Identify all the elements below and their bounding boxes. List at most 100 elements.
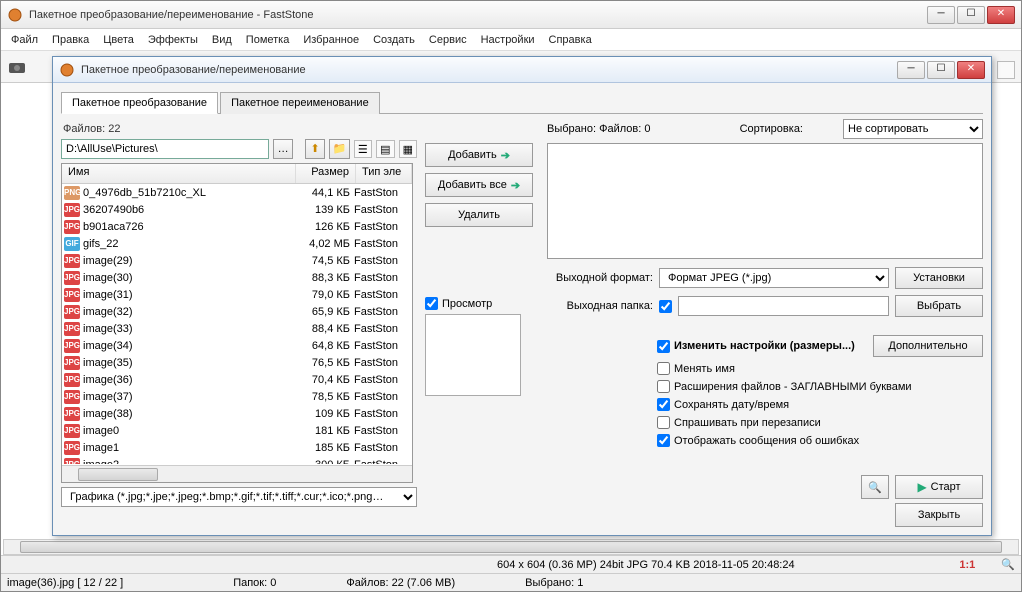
file-row[interactable]: JPGimage(29)74,5 КБFastSton <box>62 252 412 269</box>
view-details-icon[interactable]: ▤ <box>376 140 394 158</box>
file-row[interactable]: JPGimage(34)64,8 КБFastSton <box>62 337 412 354</box>
file-type: FastSton <box>354 459 410 465</box>
jpg-icon: JPG <box>64 271 80 285</box>
outformat-select[interactable]: Формат JPEG (*.jpg) <box>659 268 889 288</box>
file-row[interactable]: JPG36207490b6139 КБFastSton <box>62 201 412 218</box>
status-folders: Папок: 0 <box>233 577 276 589</box>
add-all-button[interactable]: Добавить все➔ <box>425 173 533 197</box>
file-row[interactable]: JPGimage(33)88,4 КБFastSton <box>62 320 412 337</box>
file-row[interactable]: JPGimage(36)70,4 КБFastSton <box>62 371 412 388</box>
minimize-button[interactable]: ─ <box>927 6 955 24</box>
file-size: 88,3 КБ <box>294 272 354 284</box>
menu-service[interactable]: Сервис <box>423 32 473 48</box>
menu-create[interactable]: Создать <box>367 32 421 48</box>
upperext-checkbox[interactable] <box>657 380 670 393</box>
file-row[interactable]: JPGimage2300 КБFastSton <box>62 456 412 464</box>
file-row[interactable]: JPGb901aca726126 КБFastSton <box>62 218 412 235</box>
file-size: 79,0 КБ <box>294 289 354 301</box>
view-list-icon[interactable]: ☰ <box>354 140 372 158</box>
dialog-minimize[interactable]: ─ <box>897 61 925 79</box>
col-name[interactable]: Имя <box>62 164 296 183</box>
menu-edit[interactable]: Правка <box>46 32 95 48</box>
file-name: gifs_22 <box>83 238 294 250</box>
status-ratio: 1:1 <box>959 559 975 571</box>
col-size[interactable]: Размер <box>296 164 356 183</box>
filter-select[interactable]: Графика (*.jpg;*.jpe;*.jpeg;*.bmp;*.gif;… <box>61 487 417 507</box>
dialog-icon <box>59 62 75 78</box>
selected-label: Выбрано: Файлов: 0 <box>547 123 650 135</box>
file-size: 300 КБ <box>294 459 354 465</box>
tab-convert[interactable]: Пакетное преобразование <box>61 92 218 114</box>
file-name: image(29) <box>83 255 294 267</box>
remove-button[interactable]: Удалить <box>425 203 533 227</box>
close-dialog-button[interactable]: Закрыть <box>895 503 983 527</box>
col-type[interactable]: Тип эле <box>356 164 412 183</box>
file-row[interactable]: JPGimage(31)79,0 КБFastSton <box>62 286 412 303</box>
file-type: FastSton <box>354 357 410 369</box>
file-row[interactable]: JPGimage(37)78,5 КБFastSton <box>62 388 412 405</box>
file-type: FastSton <box>354 391 410 403</box>
expand-icon[interactable] <box>997 61 1015 79</box>
file-type: FastSton <box>354 255 410 267</box>
status-current: image(36).jpg [ 12 / 22 ] <box>7 577 123 589</box>
menu-colors[interactable]: Цвета <box>97 32 140 48</box>
file-name: image(31) <box>83 289 294 301</box>
file-list: Имя Размер Тип эле PNG0_4976db_51b7210c_… <box>61 163 413 483</box>
file-type: FastSton <box>354 187 410 199</box>
choose-button[interactable]: Выбрать <box>895 295 983 317</box>
folder-up-icon[interactable]: ⬆ <box>305 139 325 159</box>
menu-favorites[interactable]: Избранное <box>297 32 365 48</box>
resize-checkbox[interactable] <box>657 340 670 353</box>
camera-icon[interactable] <box>7 57 27 77</box>
file-row[interactable]: JPGimage0181 КБFastSton <box>62 422 412 439</box>
browse-button[interactable]: … <box>273 139 293 159</box>
maximize-button[interactable]: ☐ <box>957 6 985 24</box>
zoom-icon[interactable]: 🔍 <box>1001 558 1015 571</box>
path-input[interactable] <box>61 139 269 159</box>
file-type: FastSton <box>354 442 410 454</box>
settings-button[interactable]: Установки <box>895 267 983 289</box>
menu-file[interactable]: Файл <box>5 32 44 48</box>
outfolder-input[interactable] <box>678 296 889 316</box>
file-row[interactable]: JPGimage(38)109 КБFastSton <box>62 405 412 422</box>
menu-help[interactable]: Справка <box>543 32 598 48</box>
file-size: 76,5 КБ <box>294 357 354 369</box>
file-name: image2 <box>83 459 294 465</box>
rename-checkbox[interactable] <box>657 362 670 375</box>
menu-view[interactable]: Вид <box>206 32 238 48</box>
new-folder-icon[interactable]: 📁 <box>329 139 349 159</box>
menu-settings[interactable]: Настройки <box>475 32 541 48</box>
file-row[interactable]: JPGimage1185 КБFastSton <box>62 439 412 456</box>
keepdate-checkbox[interactable] <box>657 398 670 411</box>
file-type: FastSton <box>354 306 410 318</box>
selected-list[interactable] <box>547 143 983 259</box>
view-thumbs-icon[interactable]: ▦ <box>399 140 417 158</box>
file-size: 88,4 КБ <box>294 323 354 335</box>
sort-select[interactable]: Не сортировать <box>843 119 983 139</box>
askoverwrite-checkbox[interactable] <box>657 416 670 429</box>
dialog-close[interactable]: ✕ <box>957 61 985 79</box>
file-row[interactable]: JPGimage(30)88,3 КБFastSton <box>62 269 412 286</box>
file-name: image(37) <box>83 391 294 403</box>
menu-effects[interactable]: Эффекты <box>142 32 204 48</box>
main-hscrollbar[interactable] <box>3 539 1019 555</box>
file-row[interactable]: JPGimage(32)65,9 КБFastSton <box>62 303 412 320</box>
advanced-button[interactable]: Дополнительно <box>873 335 983 357</box>
start-button[interactable]: ▶Старт <box>895 475 983 499</box>
file-hscrollbar[interactable] <box>62 465 412 482</box>
add-button[interactable]: Добавить➔ <box>425 143 533 167</box>
file-row[interactable]: PNG0_4976db_51b7210c_XL44,1 КБFastSton <box>62 184 412 201</box>
file-row[interactable]: JPGimage(35)76,5 КБFastSton <box>62 354 412 371</box>
menu-mark[interactable]: Пометка <box>240 32 296 48</box>
showerrors-checkbox[interactable] <box>657 434 670 447</box>
app-icon <box>7 7 23 23</box>
file-type: FastSton <box>354 408 410 420</box>
preview-checkbox[interactable] <box>425 297 438 310</box>
tab-rename[interactable]: Пакетное переименование <box>220 92 380 114</box>
main-title: Пакетное преобразование/переименование -… <box>29 9 927 21</box>
outfolder-checkbox[interactable] <box>659 300 672 313</box>
magnify-button[interactable]: 🔍 <box>861 475 889 499</box>
dialog-maximize[interactable]: ☐ <box>927 61 955 79</box>
close-button[interactable]: ✕ <box>987 6 1015 24</box>
file-row[interactable]: GIFgifs_224,02 МБFastSton <box>62 235 412 252</box>
